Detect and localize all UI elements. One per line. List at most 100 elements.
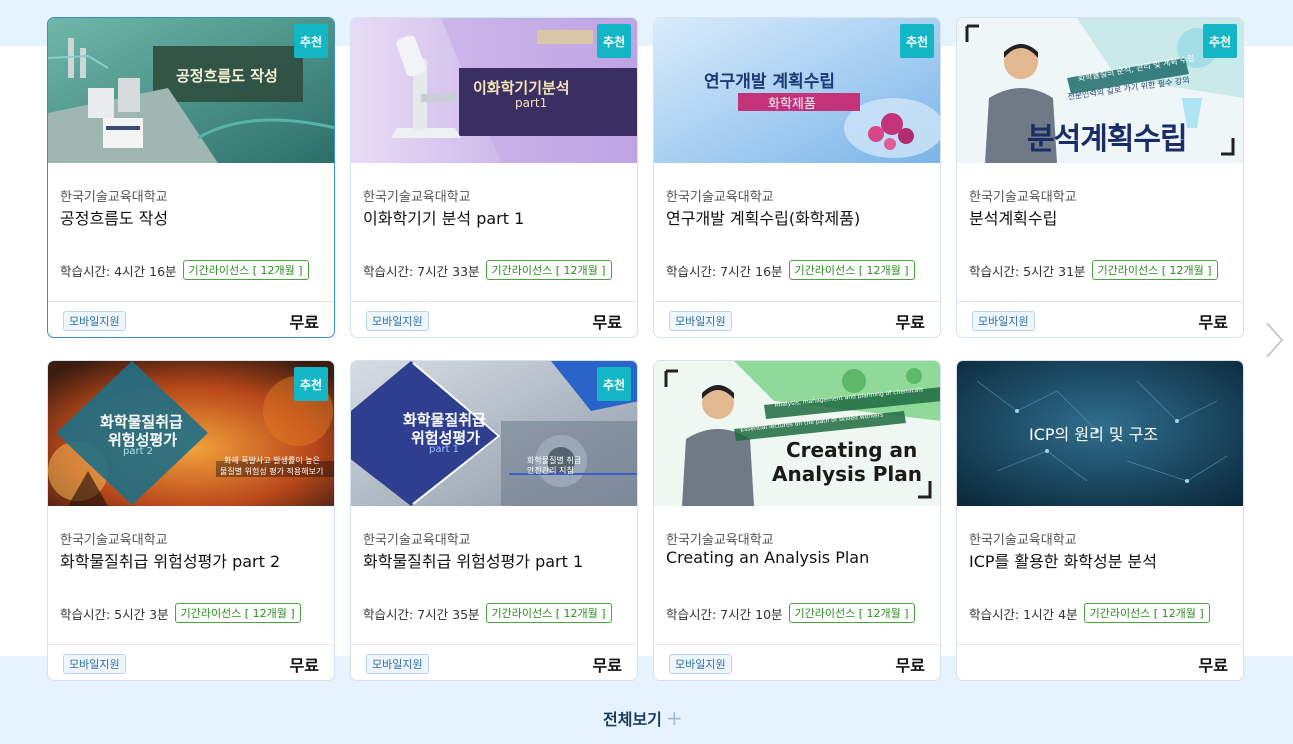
- course-price: 무료: [289, 313, 319, 332]
- course-price: 무료: [1198, 313, 1228, 332]
- license-badge: 기간라이선스 [ 12개월 ]: [174, 603, 301, 623]
- recommend-badge: 추천: [900, 24, 934, 58]
- course-price: 무료: [1198, 656, 1228, 675]
- course-org: 한국기술교육대학교: [60, 533, 168, 548]
- study-time: 학습시간: 5시간 31분: [969, 263, 1086, 279]
- course-price: 무료: [895, 656, 925, 675]
- course-card[interactable]: 연구개발 계획수립 화학제품 추천 한국기술교육대학교 연구개발 계획수립(화학…: [653, 17, 941, 338]
- license-badge: 기간라이선스 [ 12개월 ]: [788, 260, 915, 280]
- course-meta: 학습시간: 5시간 31분 기간라이선스 [ 12개월 ]: [969, 260, 1218, 280]
- view-all-label: 전체보기: [603, 710, 662, 729]
- course-price: 무료: [289, 656, 319, 675]
- thumbnail-caption: 화재 폭발사고 발생률이 높은: [224, 456, 320, 465]
- study-time: 학습시간: 7시간 10분: [666, 606, 783, 622]
- course-meta: 학습시간: 7시간 16분 기간라이선스 [ 12개월 ]: [666, 260, 915, 280]
- course-price: 무료: [895, 313, 925, 332]
- license-badge: 기간라이선스 [ 12개월 ]: [1091, 260, 1218, 280]
- mobile-support-badge: 모바일지원: [366, 654, 429, 674]
- course-card[interactable]: 화학물질취급 위험성평가 part 1 화학물질별 취급 안전관리 지침 추천 …: [350, 360, 638, 681]
- course-thumbnail: 화학물질취급 위험성평가 part 2 화재 폭발사고 발생률이 높은 물질별 …: [48, 361, 334, 506]
- course-meta: 학습시간: 7시간 35분 기간라이선스 [ 12개월 ]: [363, 603, 612, 623]
- thumbnail-subtitle: part1: [515, 96, 548, 110]
- thumbnail-title-2: Analysis Plan: [772, 462, 922, 486]
- mobile-support-badge: 모바일지원: [669, 654, 732, 674]
- course-meta: 학습시간: 5시간 3분 기간라이선스 [ 12개월 ]: [60, 603, 301, 623]
- license-badge: 기간라이선스 [ 12개월 ]: [485, 603, 612, 623]
- course-card[interactable]: 화학물질의 분석, 관리 및 계획 수립 전문인력의 길로 가기 위한 필수 강…: [956, 17, 1244, 338]
- card-divider: [654, 644, 940, 645]
- course-org: 한국기술교육대학교: [969, 190, 1077, 205]
- mobile-support-badge: 모바일지원: [669, 311, 732, 331]
- card-divider: [957, 301, 1243, 302]
- course-title[interactable]: 분석계획수립: [969, 205, 1057, 229]
- course-price: 무료: [592, 313, 622, 332]
- study-time: 학습시간: 7시간 33분: [363, 263, 480, 279]
- card-divider: [351, 301, 637, 302]
- course-card[interactable]: 공정흐름도 작성 추천 한국기술교육대학교 공정흐름도 작성 학습시간: 4시간…: [47, 17, 335, 338]
- course-card[interactable]: ICP의 원리 및 구조 한국기술교육대학교 ICP를 활용한 화학성분 분석 …: [956, 360, 1244, 681]
- card-divider: [48, 301, 334, 302]
- mobile-support-badge: 모바일지원: [63, 654, 126, 674]
- card-divider: [654, 301, 940, 302]
- course-thumbnail: 화학물질취급 위험성평가 part 1 화학물질별 취급 안전관리 지침: [351, 361, 637, 506]
- course-meta: 학습시간: 4시간 16분 기간라이선스 [ 12개월 ]: [60, 260, 309, 280]
- course-title[interactable]: ICP를 활용한 화학성분 분석: [969, 548, 1157, 572]
- thumbnail-caption-2: 물질별 위험성 평가 적용해보기: [220, 467, 324, 476]
- course-card[interactable]: 이화학기기분석 part1 추천 한국기술교육대학교 이화학기기 분석 part…: [350, 17, 638, 338]
- mobile-support-badge: 모바일지원: [63, 311, 126, 331]
- study-time: 학습시간: 7시간 16분: [666, 263, 783, 279]
- course-title[interactable]: 이화학기기 분석 part 1: [363, 205, 524, 229]
- course-meta: 학습시간: 1시간 4분 기간라이선스 [ 12개월 ]: [969, 603, 1210, 623]
- course-org: 한국기술교육대학교: [363, 190, 471, 205]
- course-title[interactable]: Creating an Analysis Plan: [666, 548, 869, 567]
- license-badge: 기간라이선스 [ 12개월 ]: [485, 260, 612, 280]
- thumbnail-part: part 2: [123, 446, 154, 457]
- thumbnail-title: 이화학기기분석: [473, 79, 570, 97]
- course-org: 한국기술교육대학교: [60, 190, 168, 205]
- thumbnail-title: 연구개발 계획수립: [704, 72, 836, 92]
- course-title[interactable]: 연구개발 계획수립(화학제품): [666, 205, 860, 229]
- license-badge: 기간라이선스 [ 12개월 ]: [1083, 603, 1210, 623]
- course-thumbnail: ICP의 원리 및 구조: [957, 361, 1243, 506]
- card-divider: [48, 644, 334, 645]
- course-card[interactable]: Analysis, management and planning of che…: [653, 360, 941, 681]
- course-meta: 학습시간: 7시간 33분 기간라이선스 [ 12개월 ]: [363, 260, 612, 280]
- study-time: 학습시간: 4시간 16분: [60, 263, 177, 279]
- course-title[interactable]: 화학물질취급 위험성평가 part 1: [363, 548, 583, 572]
- card-divider: [957, 644, 1243, 645]
- course-meta: 학습시간: 7시간 10분 기간라이선스 [ 12개월 ]: [666, 603, 915, 623]
- course-org: 한국기술교육대학교: [363, 533, 471, 548]
- course-thumbnail: Analysis, management and planning of che…: [654, 361, 940, 506]
- mobile-support-badge: 모바일지원: [972, 311, 1035, 331]
- course-title[interactable]: 화학물질취급 위험성평가 part 2: [60, 548, 280, 572]
- study-time: 학습시간: 1시간 4분: [969, 606, 1078, 622]
- thumbnail-part: part 1: [429, 444, 460, 455]
- card-divider: [351, 644, 637, 645]
- course-org: 한국기술교육대학교: [969, 533, 1077, 548]
- course-price: 무료: [592, 656, 622, 675]
- course-thumbnail: 연구개발 계획수립 화학제품: [654, 18, 940, 163]
- recommend-badge: 추천: [597, 24, 631, 58]
- recommend-badge: 추천: [1203, 24, 1237, 58]
- view-all-link[interactable]: 전체보기 +: [603, 706, 683, 730]
- course-org: 한국기술교육대학교: [666, 190, 774, 205]
- thumbnail-title: 분석계획수립: [1027, 122, 1188, 157]
- license-badge: 기간라이선스 [ 12개월 ]: [182, 260, 309, 280]
- study-time: 학습시간: 7시간 35분: [363, 606, 480, 622]
- course-card[interactable]: 화학물질취급 위험성평가 part 2 화재 폭발사고 발생률이 높은 물질별 …: [47, 360, 335, 681]
- mobile-support-badge: 모바일지원: [366, 311, 429, 331]
- thumbnail-subtitle: 화학제품: [768, 97, 816, 112]
- license-badge: 기간라이선스 [ 12개월 ]: [788, 603, 915, 623]
- study-time: 학습시간: 5시간 3분: [60, 606, 169, 622]
- thumbnail-caption-2: 안전관리 지침: [527, 466, 574, 475]
- course-thumbnail: 화학물질의 분석, 관리 및 계획 수립 전문인력의 길로 가기 위한 필수 강…: [957, 18, 1243, 163]
- recommend-badge: 추천: [294, 24, 328, 58]
- chevron-right-icon[interactable]: [1262, 320, 1286, 360]
- recommend-badge: 추천: [597, 367, 631, 401]
- course-thumbnail: 공정흐름도 작성: [48, 18, 334, 163]
- course-thumbnail: 이화학기기분석 part1: [351, 18, 637, 163]
- recommend-badge: 추천: [294, 367, 328, 401]
- course-title[interactable]: 공정흐름도 작성: [60, 205, 168, 229]
- thumbnail-title: ICP의 원리 및 구조: [1029, 425, 1159, 444]
- plus-icon: +: [665, 706, 683, 730]
